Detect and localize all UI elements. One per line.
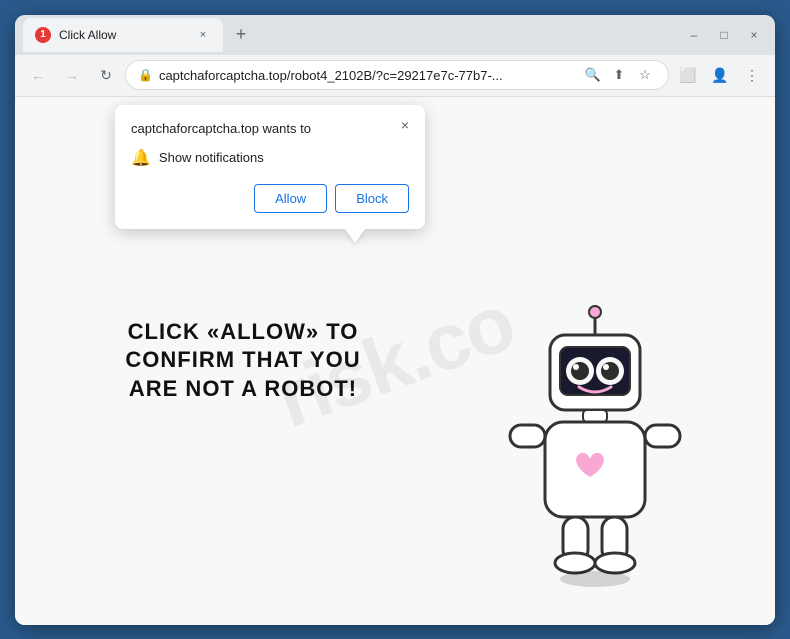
active-tab[interactable]: 1 Click Allow × (23, 18, 223, 52)
window-controls: – □ × (673, 22, 767, 48)
tab-area: 1 Click Allow × + (23, 15, 669, 55)
menu-icon[interactable]: ⋮ (737, 60, 767, 90)
forward-button[interactable]: → (57, 60, 87, 90)
popup-title: captchaforcaptcha.top wants to (131, 121, 409, 136)
notification-popup: × captchaforcaptcha.top wants to 🔔 Show … (115, 105, 425, 229)
extensions-icon[interactable]: ⬜ (673, 60, 703, 90)
page-background: risk.co CLICK «ALLOW» TO CONFIRM THAT YO… (15, 97, 775, 625)
block-button[interactable]: Block (335, 184, 409, 213)
page-content: risk.co CLICK «ALLOW» TO CONFIRM THAT YO… (15, 97, 775, 625)
popup-action-buttons: Allow Block (131, 184, 409, 213)
back-button[interactable]: ← (23, 60, 53, 90)
tab-title: Click Allow (59, 28, 187, 42)
url-text: captchaforcaptcha.top/robot4_2102B/?c=29… (159, 68, 576, 83)
popup-tail (345, 229, 365, 243)
popup-close-button[interactable]: × (395, 115, 415, 135)
search-icon[interactable]: 🔍 (582, 64, 604, 86)
close-button[interactable]: × (741, 22, 767, 48)
profile-icon[interactable]: 👤 (705, 60, 735, 90)
bell-icon: 🔔 (131, 148, 151, 168)
captcha-message: CLICK «ALLOW» TO CONFIRM THAT YOU ARE NO… (83, 318, 403, 404)
address-icons: 🔍 ⬆ ☆ (582, 64, 656, 86)
robot-illustration (495, 305, 715, 625)
captcha-line1: CLICK «ALLOW» TO CONFIRM THAT YOU (125, 319, 360, 373)
maximize-button[interactable]: □ (711, 22, 737, 48)
lock-icon: 🔒 (138, 68, 153, 82)
bookmark-icon[interactable]: ☆ (634, 64, 656, 86)
tab-close-button[interactable]: × (195, 27, 211, 43)
popup-notification-row: 🔔 Show notifications (131, 148, 409, 168)
share-icon[interactable]: ⬆ (608, 64, 630, 86)
new-tab-button[interactable]: + (227, 21, 255, 49)
show-notifications-label: Show notifications (159, 150, 264, 165)
refresh-button[interactable]: ↻ (91, 60, 121, 90)
toolbar-icons: ⬜ 👤 ⋮ (673, 60, 767, 90)
title-bar: 1 Click Allow × + – □ × (15, 15, 775, 55)
allow-button[interactable]: Allow (254, 184, 327, 213)
tab-favicon: 1 (35, 27, 51, 43)
browser-window: 1 Click Allow × + – □ × ← → ↻ 🔒 captchaf… (15, 15, 775, 625)
address-bar[interactable]: 🔒 captchaforcaptcha.top/robot4_2102B/?c=… (125, 60, 669, 90)
captcha-line2: ARE NOT A ROBOT! (129, 376, 357, 401)
address-bar-row: ← → ↻ 🔒 captchaforcaptcha.top/robot4_210… (15, 55, 775, 97)
minimize-button[interactable]: – (681, 22, 707, 48)
